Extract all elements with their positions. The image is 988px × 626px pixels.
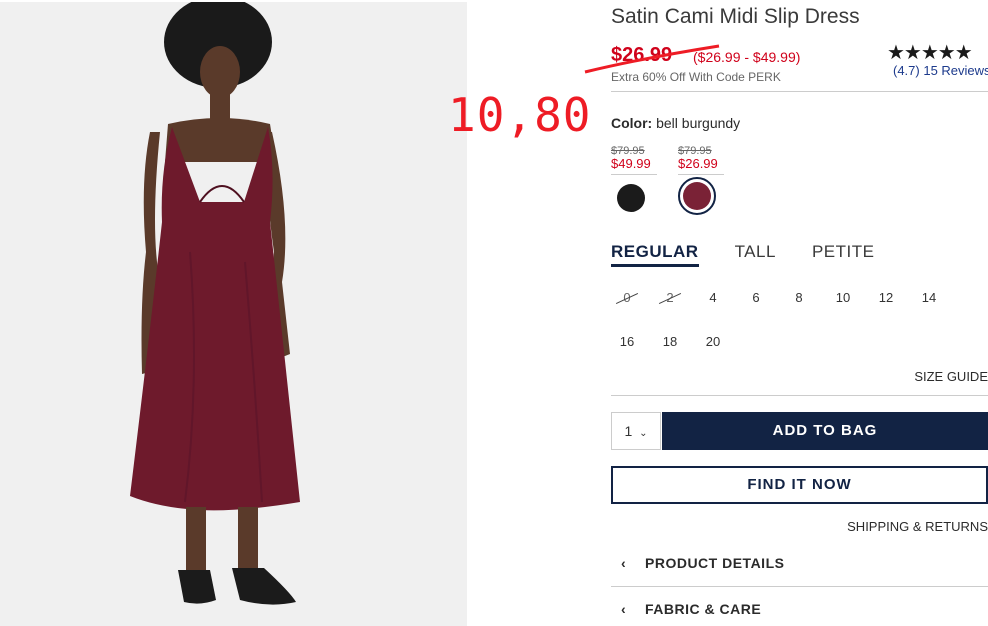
tab-regular[interactable]: REGULAR <box>611 242 699 267</box>
find-it-now-button[interactable]: FIND IT NOW <box>611 466 988 504</box>
product-title: Satin Cami Midi Slip Dress <box>611 5 860 28</box>
product-info-panel: Satin Cami Midi Slip Dress $26.99 ($26.9… <box>584 0 988 626</box>
price-range: ($26.99 - $49.99) <box>693 49 801 65</box>
tab-petite[interactable]: PETITE <box>812 242 875 267</box>
swatch-price-burgundy: $79.95 $26.99 <box>678 145 728 175</box>
size-0[interactable]: 0 <box>609 290 645 305</box>
swatch-burgundy-selected[interactable] <box>678 177 716 215</box>
tab-tall[interactable]: TALL <box>735 242 776 267</box>
promo-text: Extra 60% Off With Code PERK <box>611 70 781 84</box>
size-12[interactable]: 12 <box>868 290 904 305</box>
color-label: Color: bell burgundy <box>611 115 740 131</box>
product-details-toggle[interactable]: ‹ PRODUCT DETAILS <box>611 555 988 571</box>
rating-stars-icon: ★★★★★ <box>887 42 973 64</box>
chevron-down-icon: ⌄ <box>639 428 648 439</box>
swatch-black[interactable] <box>617 184 645 212</box>
fabric-care-toggle[interactable]: ‹ FABRIC & CARE <box>611 601 988 617</box>
divider <box>611 91 988 92</box>
shipping-returns-link[interactable]: SHIPPING & RETURNS <box>847 519 988 534</box>
size-2[interactable]: 2 <box>652 290 688 305</box>
size-8[interactable]: 8 <box>781 290 817 305</box>
color-label-key: Color: <box>611 115 653 131</box>
product-image[interactable] <box>0 2 467 626</box>
fit-tabs: REGULAR TALL PETITE <box>611 242 910 267</box>
swatch-sale-price: $49.99 <box>611 156 651 171</box>
add-to-bag-button[interactable]: ADD TO BAG <box>662 412 988 450</box>
product-details-label: PRODUCT DETAILS <box>645 555 785 571</box>
quantity-value: 1 <box>624 423 633 439</box>
annotation-number: 10,80 <box>448 88 592 142</box>
size-20[interactable]: 20 <box>695 334 731 349</box>
size-6[interactable]: 6 <box>738 290 774 305</box>
size-4[interactable]: 4 <box>695 290 731 305</box>
chevron-left-icon: ‹ <box>621 555 627 571</box>
chevron-left-icon: ‹ <box>621 601 627 617</box>
divider <box>611 395 988 396</box>
quantity-select[interactable]: 1 ⌄ <box>611 412 661 450</box>
size-guide-link[interactable]: SIZE GUIDE <box>914 369 988 384</box>
size-14[interactable]: 14 <box>911 290 947 305</box>
size-18[interactable]: 18 <box>652 334 688 349</box>
reviews-link[interactable]: (4.7) 15 Reviews <box>893 63 988 78</box>
color-selected-name: bell burgundy <box>656 115 741 131</box>
size-16[interactable]: 16 <box>609 334 645 349</box>
size-10[interactable]: 10 <box>825 290 861 305</box>
swatch-price-black: $79.95 $49.99 <box>611 145 661 175</box>
fabric-care-label: FABRIC & CARE <box>645 601 762 617</box>
swatch-sale-price: $26.99 <box>678 156 718 171</box>
divider <box>611 586 988 587</box>
